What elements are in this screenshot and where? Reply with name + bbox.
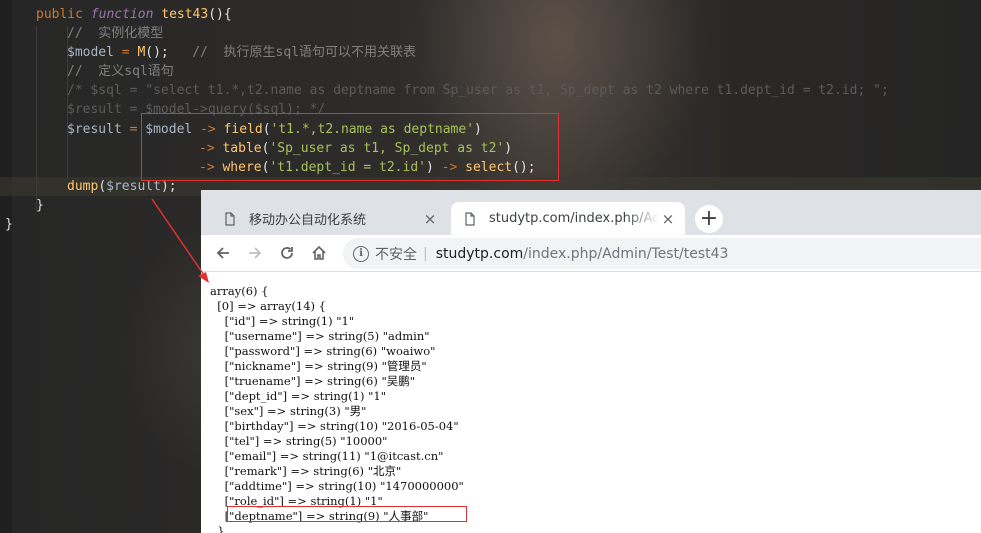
query-highlight-box [141, 113, 559, 181]
url-host: studytp.com [435, 245, 524, 262]
omnibox-separator: | [423, 245, 428, 262]
dump-line: ["addtime"] => string(10) "1470000000" [210, 479, 464, 493]
home-button[interactable] [305, 239, 333, 267]
browser-toolbar: i 不安全 | studytp.com/index.php/Admin/Test… [201, 235, 981, 272]
forward-arrow-icon [249, 247, 262, 259]
editor-gutter [0, 0, 12, 533]
code-line-12: } [5, 217, 13, 232]
page-content: array(6) { [0] => array(14) { ["id"] => … [201, 273, 981, 533]
back-arrow-icon [216, 247, 229, 259]
dump-line: ["username"] => string(5) "admin" [210, 329, 430, 343]
reload-button[interactable] [273, 239, 301, 267]
reload-icon [281, 247, 293, 259]
dump-line: ["nickname"] => string(9) "管理员" [210, 359, 427, 373]
tab-strip: 移动办公自动化系统 × studytp.com/index.php/Admin/… [201, 190, 981, 235]
info-icon[interactable]: i [353, 245, 369, 262]
code-line-1: public function test43(){ [36, 7, 232, 22]
code-line-5: /* $sql = "select t1.*,t2.name as deptna… [67, 83, 889, 98]
code-line-11: } [36, 198, 44, 213]
dump-line: ["id"] => string(1) "1" [210, 314, 355, 328]
close-tab-icon[interactable]: × [659, 210, 677, 228]
security-label: 不安全 [375, 246, 417, 263]
dump-line: ["email"] => string(11) "1@itcast.cn" [210, 449, 444, 463]
tab-title: studytp.com/index.php/Admin/Test/test43 [489, 211, 659, 226]
tab-title: 移动办公自动化系统 [249, 213, 367, 228]
dump-line: ["remark"] => string(6) "北京" [210, 464, 402, 478]
forward-button[interactable] [241, 239, 269, 267]
dump-line: array(6) { [210, 284, 269, 298]
new-tab-button[interactable]: + [695, 205, 723, 233]
dump-line: ["tel"] => string(5) "10000" [210, 434, 388, 448]
browser-window: 移动办公自动化系统 × studytp.com/index.php/Admin/… [201, 190, 981, 533]
dump-line: [0] => array(14) { [210, 299, 326, 313]
address-bar[interactable]: i 不安全 | studytp.com/index.php/Admin/Test… [343, 238, 981, 269]
dump-line: ["password"] => string(6) "woaiwo" [210, 344, 436, 358]
tab-oa-system[interactable]: 移动办公自动化系统 × [211, 202, 447, 235]
page-icon [225, 211, 235, 226]
deptname-highlight-box [227, 506, 467, 522]
home-icon [312, 245, 326, 260]
dump-line: ["truename"] => string(6) "吴鹏" [210, 374, 416, 388]
dump-line: ["birthday"] => string(10) "2016-05-04" [210, 419, 459, 433]
close-tab-icon[interactable]: × [421, 210, 439, 228]
page-icon [465, 211, 475, 226]
dump-line: ["dept_id"] => string(1) "1" [210, 389, 387, 403]
dump-line: ["sex"] => string(3) "男" [210, 404, 367, 418]
code-line-2: // 实例化模型 [67, 26, 164, 41]
dump-line: } [210, 524, 225, 533]
tab-studytp[interactable]: studytp.com/index.php/Admin/Test/test43 … [451, 202, 685, 235]
code-line-4: // 定义sql语句 [67, 64, 174, 79]
code-line-3: $model = M(); // 执行原生sql语句可以不用关联表 [67, 45, 417, 60]
url-path: /index.php/Admin/Test/test43 [523, 245, 729, 262]
back-button[interactable] [209, 239, 237, 267]
